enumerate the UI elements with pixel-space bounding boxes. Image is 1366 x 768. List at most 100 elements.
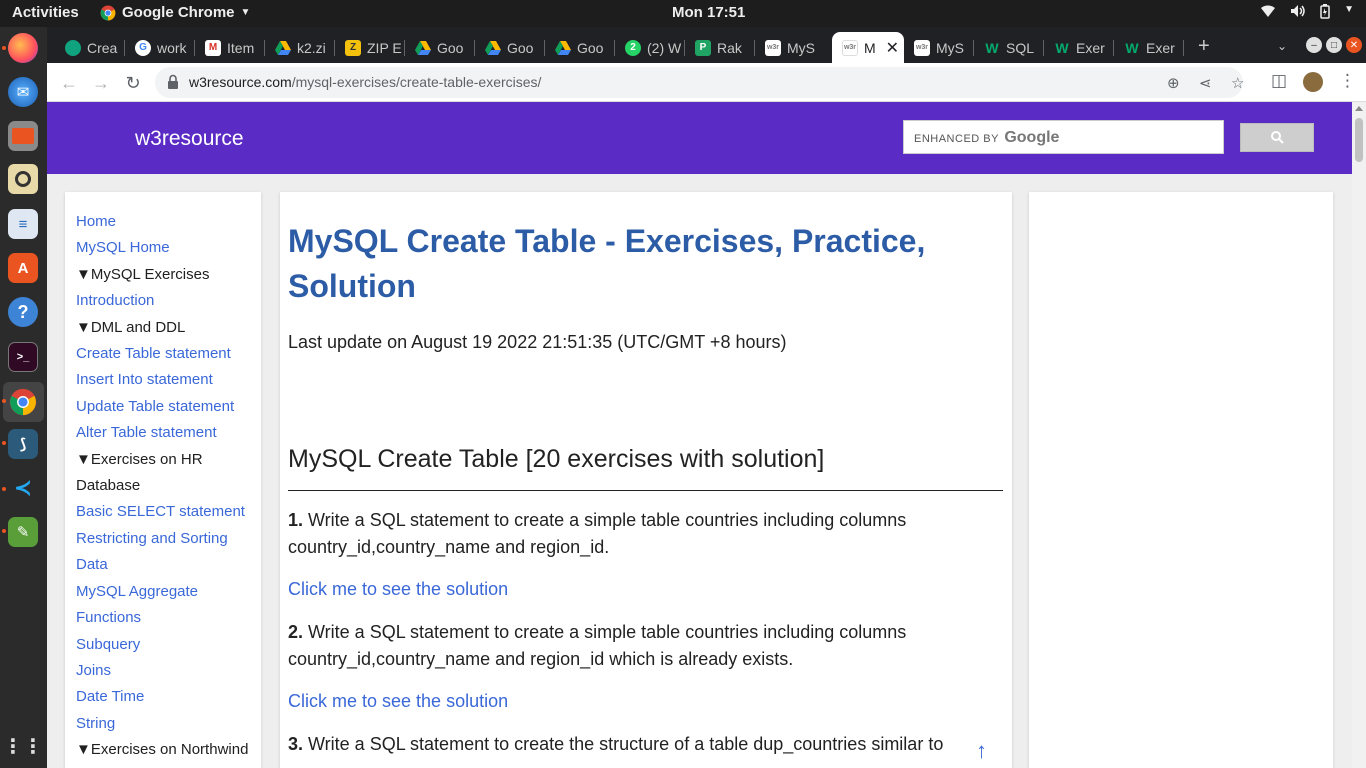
app-menu[interactable]: Google Chrome ▼ — [100, 4, 250, 21]
scrollbar-thumb[interactable] — [1355, 118, 1363, 162]
tab[interactable]: Goo — [545, 32, 615, 63]
terminal-icon[interactable]: >_ — [8, 342, 38, 372]
tab[interactable]: M Item — [195, 32, 265, 63]
exercise-item: 3. Write a SQL statement to create the s… — [288, 731, 1003, 758]
scroll-to-top-icon[interactable]: ↑ — [976, 738, 987, 764]
tab[interactable]: Z ZIP E — [335, 32, 405, 63]
tab-search-chevron-icon[interactable]: ⌄ — [1277, 39, 1287, 53]
exercise-number: 3. — [288, 734, 304, 754]
tab[interactable]: Crea — [55, 32, 125, 63]
nav-link[interactable]: MySQL Home — [76, 235, 261, 261]
running-indicator — [2, 529, 6, 533]
address-bar[interactable]: w3resource.com/mysql-exercises/create-ta… — [155, 67, 1244, 98]
menu-kebab-icon[interactable]: ⋮ — [1339, 71, 1356, 91]
running-indicator — [2, 399, 6, 403]
exercise-number: 1. — [288, 510, 304, 530]
nav-link[interactable]: Restricting and Sorting — [76, 526, 261, 552]
nav-section[interactable]: ▼Exercises on HR — [76, 447, 261, 473]
nav-link[interactable]: MySQL Aggregate — [76, 579, 261, 605]
nav-link[interactable]: String — [76, 711, 261, 737]
system-menu-chevron-icon: ▼ — [1344, 4, 1354, 15]
profile-avatar[interactable] — [1303, 72, 1323, 92]
back-icon[interactable]: ← — [57, 71, 81, 95]
nav-link[interactable]: Subquery — [76, 632, 261, 658]
bookmark-star-icon[interactable]: ☆ — [1231, 74, 1244, 92]
solution-link[interactable]: Click me to see the solution — [288, 579, 1003, 600]
last-updated: Last update on August 19 2022 21:51:35 (… — [288, 332, 787, 352]
rhythmbox-icon[interactable] — [8, 164, 38, 194]
image-viewer-icon[interactable]: ✎ — [8, 517, 38, 547]
w3r-icon: w3r — [842, 39, 858, 56]
nav-section[interactable]: ▼Exercises on Northwind — [76, 737, 261, 763]
app-menu-label: Google Chrome — [122, 4, 235, 21]
tab-label: M — [864, 39, 876, 56]
dock: ✉ ≡ A ? >_ ⟆ ≺ ✎ ⋮⋮ — [0, 27, 47, 768]
activities-button[interactable]: Activities — [12, 4, 79, 21]
tab[interactable]: W Exer — [1114, 32, 1184, 63]
libreoffice-writer-icon[interactable]: ≡ — [8, 209, 38, 239]
browser-toolbar: ← → ↻ w3resource.com/mysql-exercises/cre… — [47, 63, 1366, 102]
nav-section[interactable]: ▼MySQL Exercises — [76, 262, 261, 288]
tab[interactable]: k2.zi — [265, 32, 335, 63]
drive-icon — [415, 40, 431, 56]
reload-icon[interactable]: ↻ — [121, 71, 145, 95]
tab[interactable]: W Exer — [1044, 32, 1114, 63]
nav-link[interactable]: Joins — [76, 658, 261, 684]
nav-link[interactable]: Functions — [76, 605, 261, 631]
chrome-icon — [100, 5, 116, 20]
tab[interactable]: P Rak — [685, 32, 755, 63]
url-path: /mysql-exercises/create-table-exercises/ — [291, 74, 542, 90]
tab-label: Item — [227, 39, 255, 56]
minimize-icon[interactable]: – — [1306, 37, 1322, 53]
zoom-icon[interactable]: ⊕ — [1167, 74, 1180, 92]
nav-link[interactable]: Update Table statement — [76, 394, 261, 420]
software-center-icon[interactable]: A — [8, 253, 38, 283]
solution-link[interactable]: Click me to see the solution — [288, 691, 1003, 712]
nav-link[interactable]: Introduction — [76, 288, 261, 314]
show-apps-icon[interactable]: ⋮⋮ — [3, 731, 43, 761]
nav-link[interactable]: Date Time — [76, 684, 261, 710]
tab[interactable]: W SQL — [974, 32, 1044, 63]
system-tray[interactable]: ▼ — [1260, 4, 1354, 22]
forward-icon[interactable]: → — [89, 71, 113, 95]
chevron-down-icon: ▼ — [240, 7, 251, 18]
site-header: w3resource ENHANCED BY Google — [47, 102, 1352, 174]
mysql-workbench-icon[interactable]: ⟆ — [8, 429, 38, 459]
nav-link[interactable]: Alter Table statement — [76, 420, 261, 446]
chrome-icon[interactable] — [8, 387, 38, 417]
tab[interactable]: Goo — [405, 32, 475, 63]
lock-icon — [168, 74, 178, 89]
new-tab-icon[interactable]: + — [1198, 35, 1210, 58]
nav-section[interactable]: ▼DML and DDL — [76, 315, 261, 341]
tab[interactable]: Goo — [475, 32, 545, 63]
window-close-icon[interactable]: ✕ — [1346, 37, 1362, 53]
tab-label: k2.zi — [297, 39, 326, 56]
page-scrollbar[interactable] — [1352, 102, 1366, 768]
nav-link[interactable]: Basic SELECT statement — [76, 499, 261, 525]
help-icon[interactable]: ? — [8, 297, 38, 327]
tab[interactable]: Gwork — [125, 32, 195, 63]
search-input[interactable]: ENHANCED BY Google — [903, 120, 1224, 154]
search-button[interactable] — [1240, 123, 1314, 152]
firefox-icon[interactable] — [8, 33, 38, 63]
vscode-icon[interactable]: ≺ — [8, 473, 38, 503]
nav-section[interactable]: Database — [76, 473, 261, 499]
tab[interactable]: w3r MyS — [755, 32, 825, 63]
thunderbird-icon[interactable]: ✉ — [8, 77, 38, 107]
maximize-icon[interactable]: □ — [1326, 37, 1342, 53]
nav-link[interactable]: Home — [76, 209, 261, 235]
tab[interactable]: 2 (2) W — [615, 32, 685, 63]
tab[interactable]: w3r MyS — [904, 32, 974, 63]
tab-active[interactable]: w3r M ✕ — [832, 32, 904, 63]
nav-link[interactable]: Insert Into statement — [76, 367, 261, 393]
site-brand[interactable]: w3resource — [135, 127, 244, 151]
files-icon[interactable] — [8, 121, 38, 151]
side-panel-icon[interactable]: ◫ — [1271, 71, 1287, 91]
nav-link[interactable]: Create Table statement — [76, 341, 261, 367]
nav-link[interactable]: Data — [76, 552, 261, 578]
scroll-up-arrow-icon[interactable] — [1355, 106, 1363, 111]
share-icon[interactable]: ⋖ — [1199, 74, 1212, 92]
close-icon[interactable]: ✕ — [886, 38, 899, 58]
w3schools-icon: W — [1125, 39, 1139, 56]
clock[interactable]: Mon 17:51 — [672, 4, 745, 21]
